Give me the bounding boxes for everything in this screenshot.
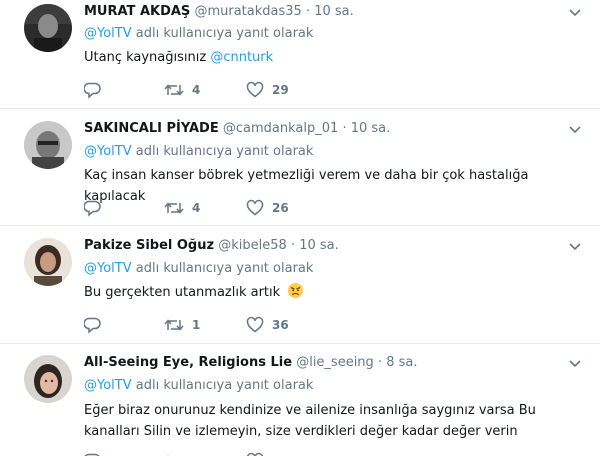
- reply-mention-link[interactable]: @YolTV: [84, 261, 132, 276]
- heart-icon: [246, 452, 264, 456]
- reply-mention-link[interactable]: @YolTV: [84, 144, 132, 159]
- timestamp[interactable]: 10 sa.: [351, 121, 391, 136]
- tweet-item[interactable]: MURAT AKDAŞ @muratakdas35 · 10 sa. @YolT…: [0, 0, 600, 109]
- retweet-button[interactable]: 4: [164, 81, 200, 99]
- heart-icon: [246, 81, 264, 98]
- heart-icon: [246, 199, 264, 216]
- retweet-count: 4: [192, 201, 201, 215]
- avatar[interactable]: [24, 4, 72, 52]
- like-button[interactable]: 26: [246, 199, 289, 217]
- chevron-down-icon[interactable]: [568, 356, 582, 370]
- tweet-text-body: Bu gerçekten utanmazlık artık: [84, 285, 281, 300]
- tweet-item[interactable]: SAKINCALI PİYADE @camdankalp_01 · 10 sa.…: [0, 109, 600, 226]
- chevron-down-icon[interactable]: [568, 5, 582, 19]
- separator-dot: ·: [377, 355, 383, 370]
- timestamp[interactable]: 8 sa.: [386, 355, 417, 370]
- reply-context: @YolTV adlı kullanıcıya yanıt olarak: [84, 378, 313, 394]
- author-name[interactable]: All-Seeing Eye, Religions Lie: [84, 355, 292, 370]
- tweet-actions: 1 36: [84, 316, 344, 334]
- author-handle[interactable]: @camdankalp_01: [223, 121, 338, 136]
- retweet-icon: [164, 84, 184, 96]
- tweet-header: SAKINCALI PİYADE @camdankalp_01 · 10 sa.: [84, 121, 390, 137]
- chevron-down-icon[interactable]: [568, 122, 582, 136]
- separator-dot: ·: [290, 238, 296, 253]
- like-button[interactable]: 36: [246, 316, 289, 334]
- tweet-header: Pakize Sibel Oğuz @kibele58 · 10 sa.: [84, 238, 339, 254]
- tweet-text: Eğer biraz onurunuz kendinize ve aileniz…: [84, 400, 584, 442]
- reply-button[interactable]: [84, 452, 102, 456]
- author-handle[interactable]: @lie_seeing: [296, 355, 374, 370]
- reply-icon: [84, 82, 101, 99]
- separator-dot: ·: [305, 4, 311, 19]
- tweet-text: Utanç kaynağısınız @cnnturk: [84, 47, 584, 68]
- tweet-text-body: Eğer biraz onurunuz kendinize ve aileniz…: [84, 403, 536, 439]
- reply-mention-link[interactable]: @YolTV: [84, 26, 132, 41]
- retweet-count: 4: [192, 83, 201, 97]
- reply-context: @YolTV adlı kullanıcıya yanıt olarak: [84, 144, 313, 160]
- reply-suffix: adlı kullanıcıya yanıt olarak: [131, 144, 314, 159]
- retweet-icon: [164, 202, 184, 214]
- reply-suffix: adlı kullanıcıya yanıt olarak: [131, 261, 314, 276]
- timestamp[interactable]: 10 sa.: [314, 4, 354, 19]
- heart-icon: [246, 316, 264, 333]
- author-name[interactable]: SAKINCALI PİYADE: [84, 121, 219, 136]
- reply-icon: [84, 317, 101, 334]
- tweet-header: All-Seeing Eye, Religions Lie @lie_seein…: [84, 355, 418, 371]
- tweet-item[interactable]: All-Seeing Eye, Religions Lie @lie_seein…: [0, 344, 600, 456]
- reply-button[interactable]: [84, 199, 110, 217]
- reply-context: @YolTV adlı kullanıcıya yanıt olarak: [84, 261, 313, 277]
- retweet-button[interactable]: 1: [164, 316, 200, 334]
- retweet-icon: [164, 319, 184, 331]
- reply-mention-link[interactable]: @YolTV: [84, 378, 132, 393]
- tweet-text: Bu gerçekten utanmazlık artık: [84, 282, 584, 303]
- tweet-mention-link[interactable]: @cnnturk: [210, 50, 273, 65]
- tweet-header: MURAT AKDAŞ @muratakdas35 · 10 sa.: [84, 4, 354, 20]
- reply-button[interactable]: [84, 316, 110, 334]
- reply-suffix: adlı kullanıcıya yanıt olarak: [131, 378, 314, 393]
- author-name[interactable]: Pakize Sibel Oğuz: [84, 238, 214, 253]
- retweet-button[interactable]: [164, 452, 184, 456]
- reply-context: @YolTV adlı kullanıcıya yanıt olarak: [84, 26, 313, 42]
- tweet-feed: MURAT AKDAŞ @muratakdas35 · 10 sa. @YolT…: [0, 0, 600, 456]
- avatar[interactable]: [24, 238, 72, 286]
- tweet-item[interactable]: Pakize Sibel Oğuz @kibele58 · 10 sa. @Yo…: [0, 226, 600, 344]
- separator-dot: ·: [342, 121, 347, 136]
- reply-button[interactable]: [84, 81, 110, 99]
- like-button[interactable]: [246, 452, 264, 456]
- author-name[interactable]: MURAT AKDAŞ: [84, 4, 190, 19]
- chevron-down-icon[interactable]: [568, 239, 582, 253]
- reply-icon: [84, 200, 101, 217]
- tweet-actions: [84, 452, 344, 456]
- retweet-count: 1: [192, 318, 201, 332]
- angry-face-icon: [288, 282, 304, 299]
- tweet-actions: 4 26: [84, 199, 344, 217]
- like-count: 29: [272, 83, 289, 97]
- retweet-button[interactable]: 4: [164, 199, 200, 217]
- retweet-icon: [167, 455, 181, 456]
- avatar[interactable]: [24, 355, 72, 403]
- like-count: 26: [272, 201, 289, 215]
- like-button[interactable]: 29: [246, 81, 289, 99]
- avatar[interactable]: [24, 121, 72, 169]
- reply-icon: [84, 453, 100, 456]
- reply-suffix: adlı kullanıcıya yanıt olarak: [131, 26, 314, 41]
- author-handle[interactable]: @kibele58: [218, 238, 287, 253]
- tweet-actions: 4 29: [84, 81, 344, 99]
- timestamp[interactable]: 10 sa.: [299, 238, 339, 253]
- tweet-text-body: Utanç kaynağısınız: [84, 50, 211, 65]
- author-handle[interactable]: @muratakdas35: [194, 4, 301, 19]
- like-count: 36: [272, 318, 289, 332]
